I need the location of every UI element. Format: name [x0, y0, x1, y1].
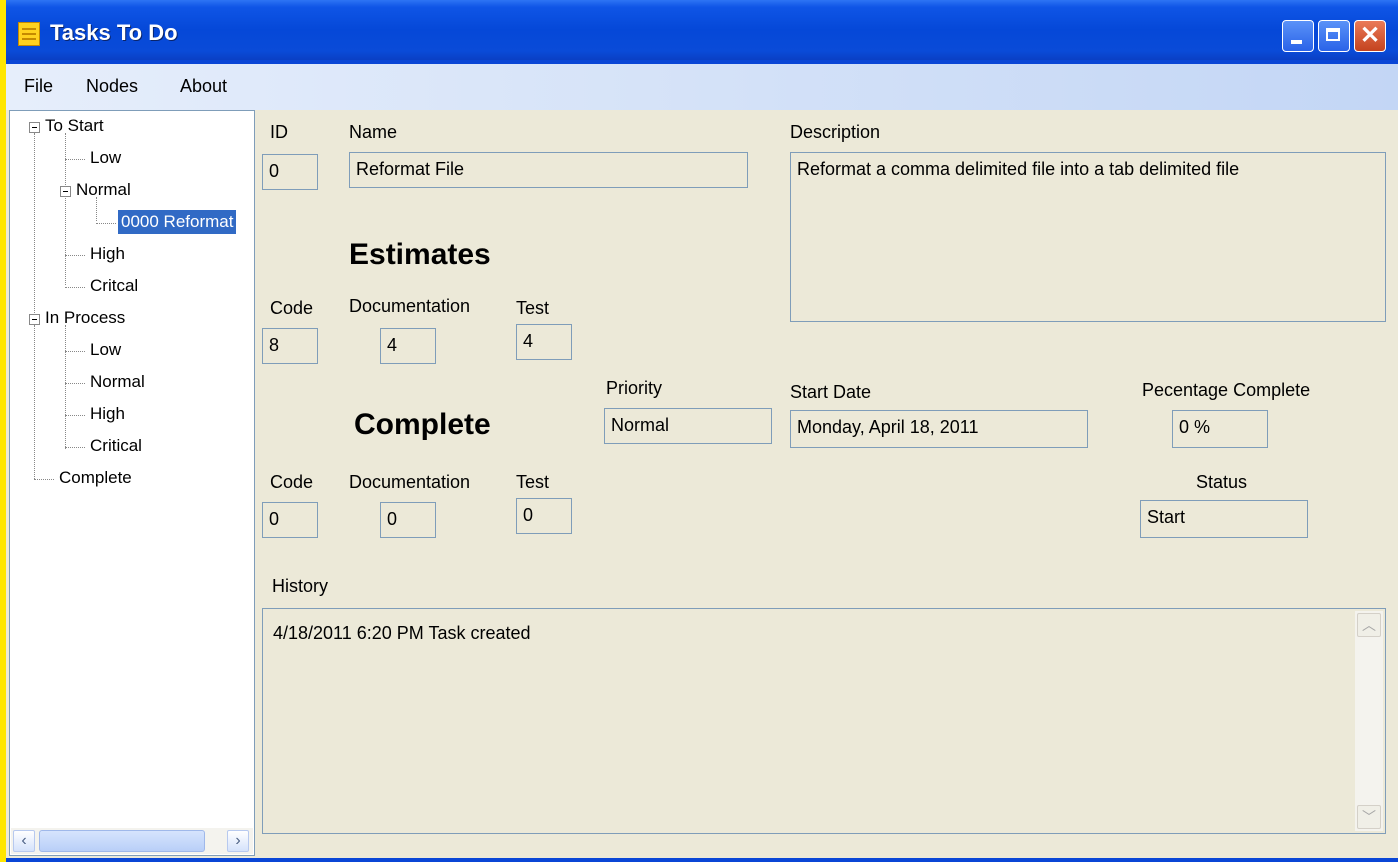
id-label: ID — [270, 122, 288, 142]
tree-horizontal-scrollbar[interactable]: ‹ › — [11, 828, 253, 854]
tree-node-normal[interactable]: Normal — [76, 180, 131, 200]
scroll-up-icon[interactable]: ︿ — [1357, 613, 1381, 637]
status-label: Status — [1196, 472, 1248, 492]
app-window: Tasks To Do ✕ File Nodes About To Start … — [6, 0, 1398, 862]
menu-file[interactable]: File — [24, 76, 53, 97]
collapse-icon[interactable] — [29, 122, 40, 133]
percentage-complete-field[interactable]: 0 % — [1172, 410, 1268, 448]
menu-bar: File Nodes About — [6, 64, 1398, 110]
menu-about[interactable]: About — [180, 76, 227, 97]
description-label: Description — [790, 122, 881, 142]
tree-node-low[interactable]: Low — [90, 340, 121, 360]
description-field[interactable]: Reformat a comma delimited file into a t… — [790, 152, 1386, 322]
scroll-down-icon[interactable]: ﹀ — [1357, 805, 1381, 829]
history-vertical-scrollbar[interactable]: ︿ ﹀ — [1355, 611, 1383, 831]
tree-node-critical[interactable]: Critcal — [90, 276, 138, 296]
priority-field[interactable]: Normal — [604, 408, 772, 444]
estimates-heading: Estimates — [349, 238, 491, 271]
name-label: Name — [349, 122, 398, 142]
tree-node-complete[interactable]: Complete — [59, 468, 132, 488]
window-title: Tasks To Do — [50, 20, 178, 45]
scroll-left-icon[interactable]: ‹ — [13, 830, 35, 852]
history-entry: 4/18/2011 6:20 PM Task created — [273, 623, 531, 643]
task-tree[interactable]: To Start Low Normal 0000 Reformat High C… — [9, 110, 255, 856]
close-button[interactable]: ✕ — [1354, 20, 1386, 52]
estimate-test-field[interactable]: 4 — [516, 324, 572, 360]
notepad-icon — [18, 22, 40, 46]
complete-test-field[interactable]: 0 — [516, 498, 572, 534]
tree-node-high[interactable]: High — [90, 244, 125, 264]
collapse-icon[interactable] — [29, 314, 40, 325]
scroll-thumb[interactable] — [39, 830, 205, 852]
start-date-field[interactable]: Monday, April 18, 2011 — [790, 410, 1088, 448]
estimate-code-label: Code — [270, 298, 314, 318]
complete-heading: Complete — [354, 408, 491, 441]
history-textarea[interactable]: 4/18/2011 6:20 PM Task created ︿ ﹀ — [262, 608, 1386, 834]
tree-node-high[interactable]: High — [90, 404, 125, 424]
scroll-right-icon[interactable]: › — [227, 830, 249, 852]
tree-node-task-reformat[interactable]: 0000 Reformat — [118, 210, 237, 234]
priority-label: Priority — [606, 378, 663, 398]
name-field[interactable]: Reformat File — [349, 152, 748, 188]
complete-code-label: Code — [270, 472, 314, 492]
id-field[interactable]: 0 — [262, 154, 318, 190]
maximize-button[interactable] — [1318, 20, 1350, 52]
status-field[interactable]: Start — [1140, 500, 1308, 538]
tree-node-in-process[interactable]: In Process — [45, 308, 125, 328]
minimize-button[interactable] — [1282, 20, 1314, 52]
history-label: History — [272, 576, 329, 596]
menu-nodes[interactable]: Nodes — [86, 76, 138, 97]
collapse-icon[interactable] — [60, 186, 71, 197]
tree-node-low[interactable]: Low — [90, 148, 121, 168]
client-area: To Start Low Normal 0000 Reformat High C… — [6, 110, 1398, 858]
tree-node-critical[interactable]: Critical — [90, 436, 142, 456]
start-date-label: Start Date — [790, 382, 872, 402]
title-bar[interactable]: Tasks To Do ✕ — [6, 0, 1398, 60]
estimate-documentation-field[interactable]: 4 — [380, 328, 436, 364]
tree-node-normal[interactable]: Normal — [90, 372, 145, 392]
tree-node-to-start[interactable]: To Start — [45, 116, 104, 136]
estimate-test-label: Test — [516, 298, 550, 318]
estimate-documentation-label: Documentation — [349, 296, 471, 316]
complete-test-label: Test — [516, 472, 550, 492]
complete-documentation-label: Documentation — [349, 472, 471, 492]
complete-code-field[interactable]: 0 — [262, 502, 318, 538]
close-icon: ✕ — [1360, 22, 1381, 49]
complete-documentation-field[interactable]: 0 — [380, 502, 436, 538]
estimate-code-field[interactable]: 8 — [262, 328, 318, 364]
percentage-complete-label: Pecentage Complete — [1142, 380, 1311, 400]
